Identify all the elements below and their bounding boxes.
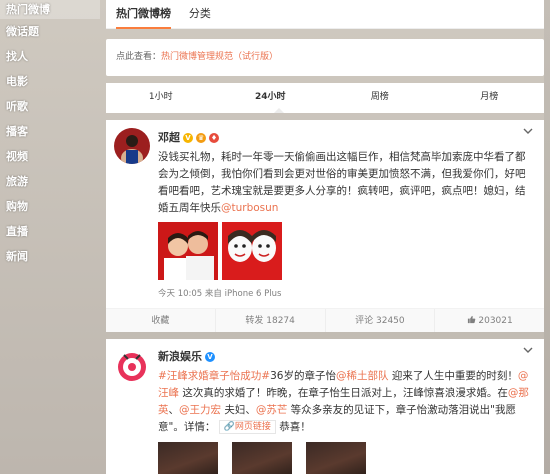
sidebar-item-music[interactable]: 听歌 [0,94,100,119]
post-photos [158,222,534,280]
web-link-label: 网页链接 [234,422,271,432]
notice-prefix: 点此查看： [116,52,162,62]
post-body: 夫妇、 [221,404,256,416]
photo-thumbnail[interactable] [158,442,218,474]
mention-link[interactable]: @turbosun [221,202,278,214]
verified-icon: V [205,352,215,362]
main-column: 热门微博榜 分类 点此查看：热门微博管理规范（试行版） 1小时 24小时 周榜 … [106,0,544,474]
collect-button[interactable]: 收藏 [106,309,216,332]
topic-link[interactable]: #汪峰求婚章子怡成功# [158,370,270,382]
post-body: 恭喜！ [275,421,311,433]
sidebar: 热门微博 微话题 找人 电影 听歌 播客 视频 旅游 购物 直播 新闻 [0,0,100,474]
sidebar-item-movies[interactable]: 电影 [0,69,100,94]
post-from-label: 来自 [204,289,222,299]
notice-rules-link[interactable]: 热门微博管理规范（试行版） [161,52,278,62]
post-body: 这次真的求婚了！昨晚，在章子怡生日派对上，汪峰惊喜浪漫求婚。在 [179,387,508,399]
web-link-button[interactable]: 🔗网页链接 [218,420,276,434]
like-count: 203021 [478,316,513,326]
post-photos [158,442,534,474]
sidebar-item-hot-weibo[interactable]: 热门微博 [0,0,100,19]
tab-monthly[interactable]: 月榜 [435,83,545,113]
sidebar-item-travel[interactable]: 旅游 [0,169,100,194]
thumbs-up-icon [467,315,475,324]
post-text: 没钱买礼物，耗时一年零一天偷偷画出这幅巨作，相信梵高毕加索庞中华看了都会为之倾倒… [158,149,534,217]
post-text: #汪峰求婚章子怡成功#36岁的章子怡@稀土部队 迎来了人生中重要的时刻！@汪峰 … [158,368,534,436]
avatar[interactable] [114,347,150,383]
mention-link[interactable]: @苏芒 [256,404,288,416]
active-tab-indicator [274,108,284,113]
sidebar-item-live[interactable]: 直播 [0,219,100,244]
sidebar-item-find-people[interactable]: 找人 [0,44,100,69]
post-body: 没钱买礼物，耗时一年零一天偷偷画出这幅巨作，相信梵高毕加索庞中华看了都会为之倾倒… [158,151,526,214]
mention-link[interactable]: @王力宏 [179,404,221,416]
author-name[interactable]: 新浪娱乐 [158,350,202,364]
sidebar-item-topics[interactable]: 微话题 [0,19,100,44]
post-source[interactable]: iPhone 6 Plus [225,289,282,299]
author-name[interactable]: 邓超 [158,131,180,145]
feed-card: 邓超 V ♛ ♦ 没钱买礼物，耗时一年零一天偷偷画出这幅巨作，相信梵高毕加索庞中… [106,120,544,332]
tab-1-hour[interactable]: 1小时 [106,83,216,113]
photo-couple-drawing[interactable] [222,222,282,280]
time-range-tabs: 1小时 24小时 周榜 月榜 [106,83,544,113]
member-icon: ♦ [209,133,219,143]
feed-card: 新浪娱乐 V #汪峰求婚章子怡成功#36岁的章子怡@稀土部队 迎来了人生中重要的… [106,339,544,474]
post-body: 、 [168,404,180,416]
tab-category[interactable]: 分类 [189,0,211,29]
post-meta: 今天 10:05 来自 iPhone 6 Plus [158,286,534,302]
sidebar-item-video[interactable]: 视频 [0,144,100,169]
sidebar-item-podcast[interactable]: 播客 [0,119,100,144]
sidebar-item-news[interactable]: 新闻 [0,244,100,269]
photo-thumbnail[interactable] [232,442,292,474]
verified-icon: V [183,133,193,143]
tab-hot-ranking[interactable]: 热门微博榜 [116,0,171,29]
post-time[interactable]: 今天 10:05 [158,289,202,299]
mention-link[interactable]: @稀土部队 [336,370,389,382]
comment-button[interactable]: 评论 32450 [326,309,436,332]
page-scrollbar[interactable] [544,0,550,474]
photo-couple-real[interactable] [158,222,218,280]
link-icon: 🔗 [223,422,235,432]
photo-thumbnail[interactable] [306,442,366,474]
post-body: 迎来了人生中重要的时刻！ [388,370,518,382]
tab-24-hours[interactable]: 24小时 [216,83,326,113]
post-body: 36岁的章子怡 [270,370,336,382]
like-button[interactable]: 203021 [435,309,544,332]
chevron-down-icon[interactable] [522,126,534,136]
avatar[interactable] [114,128,150,164]
repost-button[interactable]: 转发 18274 [216,309,326,332]
tab-weekly[interactable]: 周榜 [325,83,435,113]
sidebar-item-shopping[interactable]: 购物 [0,194,100,219]
crown-icon: ♛ [196,133,206,143]
chevron-down-icon[interactable] [522,345,534,355]
notice-bar: 点此查看：热门微博管理规范（试行版） [106,39,544,76]
post-actions: 收藏 转发 18274 评论 32450 203021 [106,308,544,332]
header-tabs: 热门微博榜 分类 [106,0,544,29]
